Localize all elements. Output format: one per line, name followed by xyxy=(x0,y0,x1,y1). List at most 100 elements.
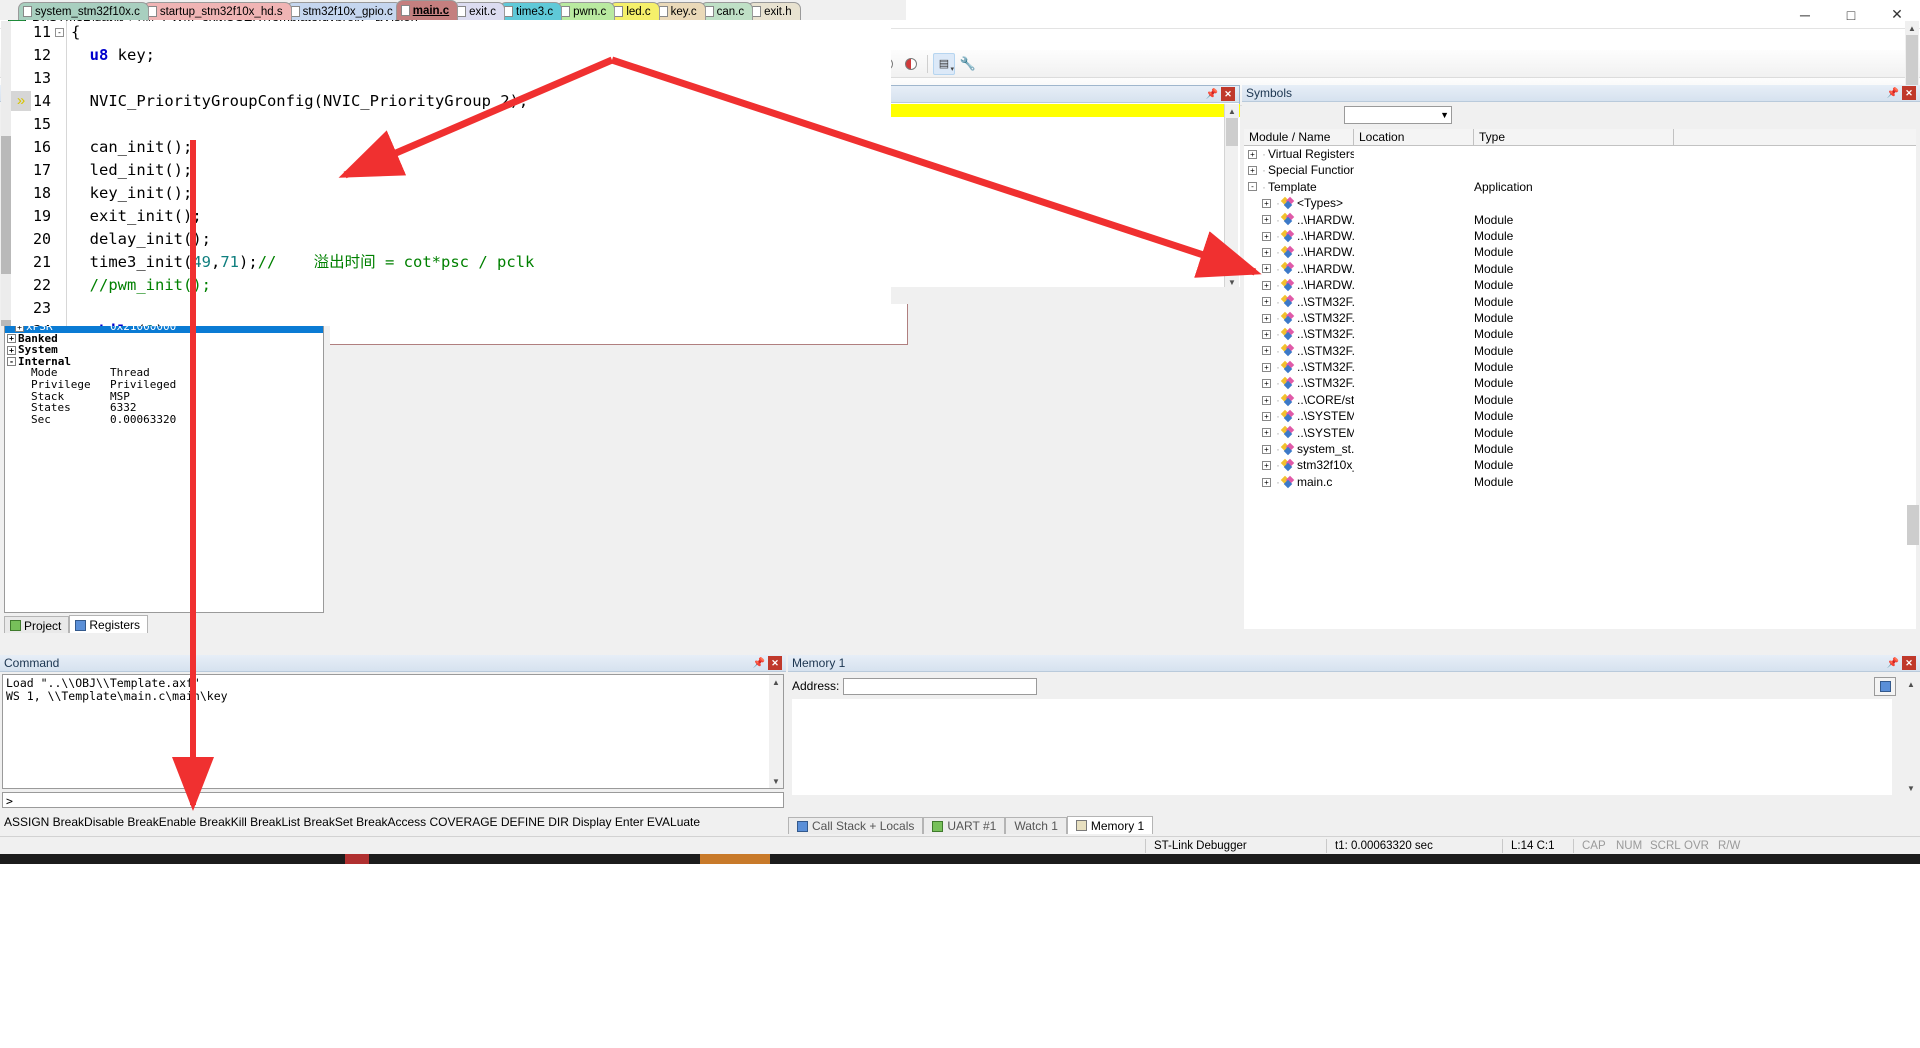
editor-code-line[interactable]: key_init(); xyxy=(71,182,891,205)
symbols-row[interactable]: + · <Types> xyxy=(1244,195,1916,211)
fold-toggle-icon[interactable]: - xyxy=(55,28,64,37)
symbols-row[interactable]: +·..\HARDW...Module xyxy=(1244,261,1916,277)
editor-code-line[interactable]: NVIC_PriorityGroupConfig(NVIC_PriorityGr… xyxy=(71,90,891,113)
pin-icon[interactable]: 📌 xyxy=(752,656,766,670)
scroll-up-icon[interactable]: ▲ xyxy=(1225,104,1239,118)
tree-expander-icon[interactable]: + xyxy=(1262,461,1271,471)
tab-uart-1[interactable]: UART #1 xyxy=(923,817,1006,834)
tab-call-stack-locals[interactable]: Call Stack + Locals xyxy=(788,817,924,834)
pin-icon[interactable]: 📌 xyxy=(1886,656,1900,670)
scroll-up-icon[interactable]: ▲ xyxy=(1905,21,1919,35)
tree-expander-icon[interactable]: + xyxy=(1262,444,1271,454)
editor-text-area[interactable]: » 11121314151617181920212223242526272829… xyxy=(1,21,891,326)
scroll-up-icon[interactable]: ▲ xyxy=(1904,677,1918,691)
symbols-row[interactable]: +·..\STM32F...Module xyxy=(1244,294,1916,310)
tab-memory-1[interactable]: Memory 1 xyxy=(1066,816,1154,834)
memory-settings-button[interactable] xyxy=(1874,677,1896,696)
register-row[interactable]: - Internal xyxy=(5,356,323,368)
tree-expander-icon[interactable]: + xyxy=(1262,264,1271,274)
tab-watch-1[interactable]: Watch 1 xyxy=(1005,817,1067,834)
tree-expander-icon[interactable]: + xyxy=(1262,215,1271,225)
tree-expander-icon[interactable]: + xyxy=(1248,149,1257,159)
tree-expander-icon[interactable]: + xyxy=(1262,411,1271,421)
tree-expander-icon[interactable]: + xyxy=(1262,280,1271,290)
close-icon[interactable]: ✕ xyxy=(1902,656,1916,670)
tree-expander-icon[interactable]: - xyxy=(7,357,16,367)
window-layout-icon[interactable]: ▤ xyxy=(933,52,955,75)
editor-tab-startup-stm32f10x-hd-s[interactable]: startup_stm32f10x_hd.s xyxy=(142,2,292,20)
symbols-row[interactable]: +·..\HARDW...Module xyxy=(1244,228,1916,244)
editor-code-line[interactable]: led_init(); xyxy=(71,159,891,182)
editor-code-line[interactable] xyxy=(71,297,891,320)
editor-code-line[interactable] xyxy=(71,67,891,90)
tab-registers[interactable]: Registers xyxy=(69,615,149,633)
tree-expander-icon[interactable]: - xyxy=(1248,182,1257,192)
symbols-filter-combo[interactable]: ▼ xyxy=(1344,106,1452,124)
tree-expander-icon[interactable]: + xyxy=(1262,329,1271,339)
symbols-row[interactable]: +·..\HARDW...Module xyxy=(1244,244,1916,260)
symbols-row[interactable]: + · Virtual Registers xyxy=(1244,146,1916,162)
tree-expander-icon[interactable]: + xyxy=(1262,362,1271,372)
register-row[interactable]: + Banked xyxy=(5,333,323,345)
minimize-button[interactable]: ─ xyxy=(1782,0,1828,29)
editor-code-line[interactable]: { xyxy=(71,21,891,44)
tree-expander-icon[interactable]: + xyxy=(1262,346,1271,356)
editor-code-line[interactable]: while(1) xyxy=(71,320,891,326)
kill-all-breakpoints-icon[interactable] xyxy=(900,53,922,75)
tab-project[interactable]: Project xyxy=(4,616,70,633)
scroll-up-icon[interactable]: ▲ xyxy=(769,675,783,689)
symbols-scroll-thumb[interactable] xyxy=(1907,505,1919,545)
scroll-thumb[interactable] xyxy=(1226,118,1238,146)
scroll-down-icon[interactable]: ▼ xyxy=(769,774,783,788)
tree-expander-icon[interactable]: + xyxy=(7,345,16,355)
command-input[interactable]: > xyxy=(2,792,784,808)
close-icon[interactable]: ✕ xyxy=(1221,87,1235,101)
symbols-row[interactable]: - · Template Application xyxy=(1244,179,1916,195)
symbols-row[interactable]: +·..\STM32F...Module xyxy=(1244,310,1916,326)
pin-icon[interactable]: 📌 xyxy=(1205,87,1219,101)
symbols-row[interactable]: +·..\HARDW...Module xyxy=(1244,212,1916,228)
command-output-scrollbar[interactable]: ▲ ▼ xyxy=(769,675,783,788)
memory-scrollbar[interactable]: ▲ ▼ xyxy=(1904,677,1918,795)
editor-tab-main-c[interactable]: main.c xyxy=(395,0,459,20)
register-row[interactable]: + System xyxy=(5,344,323,356)
memory-content-area[interactable] xyxy=(792,699,1892,795)
symbols-row[interactable]: +·system_st...Module xyxy=(1244,441,1916,457)
scroll-down-icon[interactable]: ▼ xyxy=(1904,781,1918,795)
symbols-row[interactable]: +·..\SYSTEM...Module xyxy=(1244,408,1916,424)
memory-address-input[interactable] xyxy=(843,677,1038,695)
tree-expander-icon[interactable]: + xyxy=(1248,166,1257,176)
register-row[interactable]: Privilege Privileged xyxy=(5,379,323,391)
register-row[interactable]: Sec 0.00063320 xyxy=(5,414,323,426)
tree-expander-icon[interactable]: + xyxy=(1262,198,1271,208)
editor-code-line[interactable]: u8 key; xyxy=(71,44,891,67)
tree-expander-icon[interactable]: + xyxy=(1262,477,1271,487)
editor-code-line[interactable] xyxy=(71,113,891,136)
symbols-row[interactable]: +·..\STM32F...Module xyxy=(1244,343,1916,359)
editor-tab-exit-c[interactable]: exit.c xyxy=(452,2,505,20)
editor-tab-led-c[interactable]: led.c xyxy=(609,2,660,20)
maximize-button[interactable]: □ xyxy=(1828,0,1874,29)
tree-expander-icon[interactable]: + xyxy=(1262,297,1271,307)
editor-tab-system-stm32f10x-c[interactable]: system_stm32f10x.c xyxy=(18,2,149,20)
symbols-grid[interactable]: Module / Name Location Type + · Virtual Re… xyxy=(1244,129,1916,629)
editor-fold-column[interactable]: -- xyxy=(53,21,67,326)
editor-tab-key-c[interactable]: key.c xyxy=(653,2,706,20)
editor-tab-exit-h[interactable]: exit.h xyxy=(747,2,801,20)
editor-code-line[interactable]: exit_init(); xyxy=(71,205,891,228)
tree-expander-icon[interactable]: + xyxy=(1262,231,1271,241)
symbols-row[interactable]: +·..\STM32F...Module xyxy=(1244,359,1916,375)
tree-expander-icon[interactable]: + xyxy=(7,334,16,344)
editor-tab-pwm-c[interactable]: pwm.c xyxy=(556,2,616,20)
editor-tab-stm32f10x-gpio-c[interactable]: stm32f10x_gpio.c xyxy=(285,2,402,20)
tree-expander-icon[interactable]: + xyxy=(1262,248,1271,258)
symbols-row[interactable]: +·..\HARDW...Module xyxy=(1244,277,1916,293)
configure-icon[interactable]: 🔧 xyxy=(957,53,979,75)
disassembly-vscrollbar[interactable]: ▲ ▼ xyxy=(1224,104,1239,289)
command-output[interactable]: Load "..\\OBJ\\Template.axf" WS 1, \\Tem… xyxy=(2,674,784,789)
symbols-row[interactable]: +·..\CORE/st...Module xyxy=(1244,392,1916,408)
tree-expander-icon[interactable]: + xyxy=(1262,428,1271,438)
symbols-row[interactable]: + · main.c Module xyxy=(1244,474,1916,490)
editor-code-line[interactable]: delay_init(); xyxy=(71,228,891,251)
tree-expander-icon[interactable]: + xyxy=(1262,379,1271,389)
